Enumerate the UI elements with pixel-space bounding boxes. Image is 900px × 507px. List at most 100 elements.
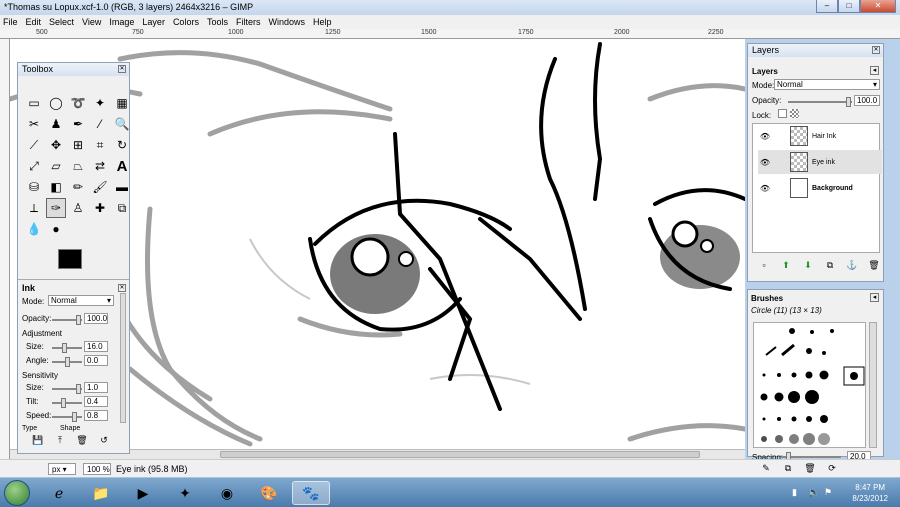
menu-image[interactable]: Image: [109, 17, 134, 27]
perspective-icon[interactable]: ⏢: [68, 156, 88, 176]
refresh-brushes-icon[interactable]: ⟳: [824, 463, 840, 475]
ellipse-select-icon[interactable]: ◯: [46, 93, 66, 113]
media-player-icon[interactable]: ▶: [124, 481, 162, 505]
close-icon[interactable]: ✕: [118, 284, 126, 292]
angle-slider[interactable]: [52, 357, 82, 367]
start-button[interactable]: [4, 480, 30, 506]
eye-icon[interactable]: 👁: [758, 158, 772, 167]
heal-icon[interactable]: ✚: [90, 198, 110, 218]
tilt-slider[interactable]: [52, 398, 82, 408]
volume-icon[interactable]: 🔈: [808, 487, 819, 498]
size-slider[interactable]: [52, 343, 82, 353]
network-icon[interactable]: ▮: [792, 487, 797, 498]
internet-explorer-icon[interactable]: ℯ: [40, 481, 78, 505]
anchor-layer-icon[interactable]: ⚓: [844, 260, 860, 272]
ink-icon[interactable]: ✑: [46, 198, 66, 218]
minimize-button[interactable]: –: [816, 0, 838, 13]
free-select-icon[interactable]: ➰: [68, 93, 88, 113]
fuzzy-select-icon[interactable]: ✦: [90, 93, 110, 113]
rect-select-icon[interactable]: ▭: [24, 93, 44, 113]
delete-options-icon[interactable]: 🗑: [74, 435, 90, 447]
restore-options-icon[interactable]: ⤒: [52, 435, 68, 447]
menu-tools[interactable]: Tools: [207, 17, 228, 27]
close-button[interactable]: ✕: [860, 0, 896, 13]
flag-icon[interactable]: ⚑: [824, 487, 832, 498]
scrollbar-thumb[interactable]: [220, 451, 700, 458]
clock[interactable]: 8:47 PM 8/23/2012: [852, 482, 888, 504]
size-value[interactable]: 16.0: [84, 341, 108, 352]
eye-icon[interactable]: 👁: [758, 184, 772, 193]
new-brush-icon[interactable]: ✎: [758, 463, 774, 475]
reset-options-icon[interactable]: ↺: [96, 435, 112, 447]
brush-grid[interactable]: [753, 322, 866, 448]
unit-dropdown[interactable]: px ▾: [48, 463, 76, 475]
close-icon[interactable]: ✕: [118, 65, 126, 73]
menu-select[interactable]: Select: [49, 17, 74, 27]
lower-layer-icon[interactable]: ⬇: [800, 260, 816, 272]
gimp-taskbar-icon[interactable]: 🐾: [292, 481, 330, 505]
airbrush-icon[interactable]: ⟂: [24, 198, 44, 218]
zoom-dropdown[interactable]: 100 %: [83, 463, 111, 475]
chrome-icon[interactable]: ◉: [208, 481, 246, 505]
shear-icon[interactable]: ▱: [46, 156, 66, 176]
maximize-button[interactable]: □: [838, 0, 860, 13]
eraser-icon[interactable]: ▬: [112, 177, 132, 197]
menu-windows[interactable]: Windows: [268, 17, 305, 27]
raise-layer-icon[interactable]: ⬆: [778, 260, 794, 272]
delete-brush-icon[interactable]: 🗑: [802, 463, 818, 475]
delete-layer-icon[interactable]: 🗑: [866, 260, 882, 272]
mode-dropdown[interactable]: Normal ▾: [48, 295, 114, 306]
menu-edit[interactable]: Edit: [26, 17, 42, 27]
bucket-fill-icon[interactable]: ⛁: [24, 177, 44, 197]
smudge-icon[interactable]: 💧: [24, 219, 44, 239]
blend-icon[interactable]: ◧: [46, 177, 66, 197]
tab-menu-icon[interactable]: ◂: [870, 66, 879, 75]
paths-icon[interactable]: ✒: [68, 114, 88, 134]
move-icon[interactable]: ✥: [46, 135, 66, 155]
zoom-icon[interactable]: 🔍: [112, 114, 132, 134]
tilt-value[interactable]: 0.4: [84, 396, 108, 407]
rotate-icon[interactable]: ↻: [112, 135, 132, 155]
vertical-ruler[interactable]: [0, 39, 10, 459]
layer-opacity-value[interactable]: 100.0: [854, 95, 880, 106]
menu-help[interactable]: Help: [313, 17, 332, 27]
select-by-color-icon[interactable]: ▦: [112, 93, 132, 113]
crop-icon[interactable]: ⌗: [90, 135, 110, 155]
tab-menu-icon[interactable]: ◂: [870, 293, 879, 302]
paintbrush-icon[interactable]: 🖌: [90, 177, 110, 197]
file-explorer-icon[interactable]: 📁: [82, 481, 120, 505]
layer-row[interactable]: 👁 Background: [758, 176, 882, 200]
eye-icon[interactable]: 👁: [758, 132, 772, 141]
perspective-clone-icon[interactable]: ⧉: [112, 198, 132, 218]
scissors-icon[interactable]: ✂: [24, 114, 44, 134]
sens-size-slider[interactable]: [52, 384, 82, 394]
lock-pixels-checkbox[interactable]: [778, 109, 787, 118]
color-picker-icon[interactable]: ⁄: [90, 114, 110, 134]
foreground-select-icon[interactable]: ♟: [46, 114, 66, 134]
layer-row[interactable]: 👁 Eye ink: [758, 150, 882, 174]
angle-value[interactable]: 0.0: [84, 355, 108, 366]
menu-file[interactable]: File: [3, 17, 18, 27]
text-icon[interactable]: A: [112, 156, 132, 176]
horizontal-ruler[interactable]: 500 750 1000 1250 1500 1750 2000 2250: [0, 29, 900, 39]
close-icon[interactable]: ✕: [872, 46, 880, 54]
paint-icon[interactable]: 🎨: [250, 481, 288, 505]
menu-view[interactable]: View: [82, 17, 101, 27]
menu-colors[interactable]: Colors: [173, 17, 199, 27]
speed-slider[interactable]: [52, 412, 82, 422]
align-icon[interactable]: ⊞: [68, 135, 88, 155]
foreground-color[interactable]: [58, 249, 82, 269]
menu-filters[interactable]: Filters: [236, 17, 261, 27]
clone-icon[interactable]: ♙: [68, 198, 88, 218]
opacity-value[interactable]: 100.0: [84, 313, 108, 324]
sens-size-value[interactable]: 1.0: [84, 382, 108, 393]
pencil-icon[interactable]: ✏: [68, 177, 88, 197]
save-options-icon[interactable]: 💾: [30, 435, 46, 447]
options-scrollbar[interactable]: [120, 293, 126, 423]
brushes-scrollbar[interactable]: [869, 322, 877, 448]
lock-alpha-icon[interactable]: [790, 109, 799, 118]
new-layer-icon[interactable]: ▫: [756, 260, 772, 272]
menu-layer[interactable]: Layer: [142, 17, 165, 27]
layer-mode-dropdown[interactable]: Normal ▾: [774, 79, 880, 90]
layer-row[interactable]: 👁 Hair Ink: [758, 124, 882, 148]
